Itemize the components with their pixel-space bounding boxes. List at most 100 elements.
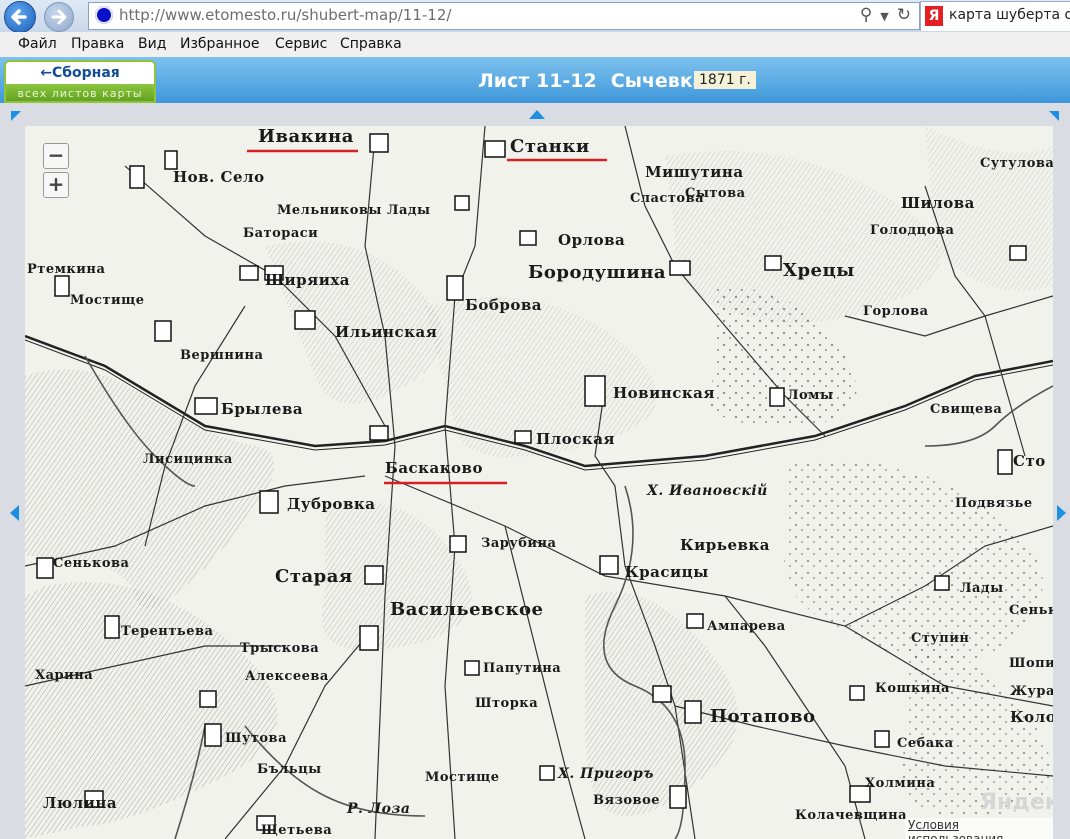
pan-north-arrow-icon[interactable] (529, 110, 545, 119)
menu-bar: Файл Правка Вид Избранное Сервис Справка (0, 32, 1070, 58)
menu-file[interactable]: Файл (18, 36, 57, 52)
year-badge: 1871 г. (694, 71, 756, 89)
place-label: Ивакина (258, 126, 354, 147)
place-label: Орлова (558, 231, 626, 249)
place-label: Мишутина (645, 163, 744, 181)
place-label: Трыскова (240, 641, 320, 656)
index-button-sublabel: всех листов карты (6, 84, 154, 101)
place-label: Холмина (865, 776, 936, 791)
place-label: Бородушина (528, 262, 667, 283)
place-label: Кошкина (875, 681, 950, 696)
place-label: Мостище (425, 770, 500, 785)
place-label: Харина (35, 668, 94, 683)
place-label: Х. Ивановскій (647, 483, 768, 499)
zoom-out-button[interactable]: − (43, 143, 69, 169)
place-label: Хрецы (783, 260, 855, 281)
place-label: Плоская (536, 430, 616, 448)
map-canvas[interactable]: − + Ивакина Станки Нов. Село Мельниковы … (25, 126, 1053, 839)
place-label: Р. Лоза (347, 801, 411, 817)
place-label: Новинская (613, 384, 715, 402)
menu-edit[interactable]: Правка (71, 36, 124, 52)
place-label: Васильевское (390, 599, 544, 620)
zoom-in-button[interactable]: + (43, 172, 69, 198)
forward-button[interactable] (44, 2, 74, 32)
place-label: Х. Пригоръ (558, 766, 654, 782)
terms-of-use-link[interactable]: Условия использования (905, 818, 1053, 839)
place-label: Сытова (685, 186, 746, 201)
place-label: Старая (275, 566, 353, 587)
place-label: Ломы (787, 388, 834, 403)
place-label: Сенькова (53, 556, 130, 571)
menu-favorites[interactable]: Избранное (180, 36, 260, 52)
pan-northeast-arrow-icon[interactable] (1049, 111, 1059, 121)
place-label: Голодцова (870, 223, 955, 238)
place-label: Станки (510, 136, 590, 157)
place-label: Шилова (901, 194, 975, 212)
place-label: Мостище (70, 293, 145, 308)
url-text[interactable]: http://www.etomesto.ru/shubert-map/11-12… (119, 6, 451, 24)
sheet-number: Лист 11-12 (478, 70, 597, 92)
place-label: Щетьева (261, 823, 333, 838)
place-label: Свищева (930, 402, 1003, 417)
place-label: Брылева (221, 400, 304, 418)
place-label: Себака (897, 736, 954, 751)
place-label: Батораси (243, 226, 319, 241)
place-label: Сеньк (1009, 603, 1053, 618)
place-label: Люлина (43, 794, 118, 812)
tab-title: карта шуберта он (949, 7, 1070, 23)
place-label: Ильинская (335, 323, 438, 341)
refresh-icon[interactable]: ↻ (897, 5, 911, 25)
place-label: Колачевщина (795, 808, 908, 823)
sheet-title: Лист 11-12 Сычевка (478, 70, 720, 92)
place-label: Кирьевка (680, 536, 770, 554)
place-label: Шопин (1009, 656, 1053, 671)
pan-east-arrow-icon[interactable] (1057, 505, 1066, 521)
place-label: Шторка (475, 696, 539, 711)
place-label: Боброва (465, 296, 542, 314)
place-label: Потапово (710, 706, 816, 727)
place-label: Дубровка (287, 495, 376, 513)
pan-west-arrow-icon[interactable] (10, 505, 19, 521)
browser-toolbar: http://www.etomesto.ru/shubert-map/11-12… (0, 0, 1070, 33)
place-label: Журав (1010, 684, 1053, 699)
place-label: Вязовое (593, 793, 661, 808)
site-favicon-icon (95, 6, 113, 24)
place-label: Ртемкина (27, 262, 106, 277)
browser-tab[interactable]: Я карта шуберта он (920, 1, 1070, 31)
place-label: Ступин (911, 631, 970, 646)
forward-arrow-icon (51, 9, 67, 25)
menu-tools[interactable]: Сервис (275, 36, 327, 52)
place-label: Сутулова (980, 156, 1053, 171)
place-label: Папутина (483, 661, 562, 676)
place-label: Мельниковы Лады (277, 203, 431, 218)
place-label: Ширяиха (265, 271, 351, 289)
index-table-button[interactable]: ←Сборная таблица всех листов карты (4, 60, 156, 103)
pan-northwest-arrow-icon[interactable] (11, 111, 21, 121)
address-bar[interactable]: http://www.etomesto.ru/shubert-map/11-12… (88, 2, 920, 30)
back-button[interactable] (4, 1, 36, 33)
yandex-logo: Яндекс (980, 790, 1053, 815)
place-label: Красицы (625, 563, 709, 581)
place-label: Колоко (1010, 708, 1053, 726)
place-label: Ампарева (707, 619, 786, 634)
place-label: Баскаково (385, 459, 483, 477)
back-arrow-icon (11, 9, 27, 25)
menu-view[interactable]: Вид (138, 36, 166, 52)
search-icon[interactable]: ⚲ (860, 5, 872, 25)
menu-help[interactable]: Справка (340, 36, 402, 52)
place-label: Нов. Село (173, 168, 265, 186)
place-label: Лады (960, 581, 1004, 596)
place-label: Шутова (225, 731, 287, 746)
place-label: Вершнина (180, 348, 264, 363)
place-label: Сто (1013, 452, 1046, 470)
place-label: Терентьева (121, 624, 214, 639)
dropdown-icon[interactable]: ▼ (880, 10, 888, 23)
place-label: Бъльцы (257, 762, 322, 777)
yandex-icon: Я (925, 6, 943, 26)
place-label: Лисицинка (143, 452, 233, 467)
sheet-name: Сычевка (610, 70, 706, 92)
place-label: Подвязье (955, 496, 1033, 511)
index-button-label: ←Сборная таблица (6, 62, 154, 101)
place-label: Алексеева (245, 669, 329, 684)
place-label: Горлова (863, 304, 929, 319)
